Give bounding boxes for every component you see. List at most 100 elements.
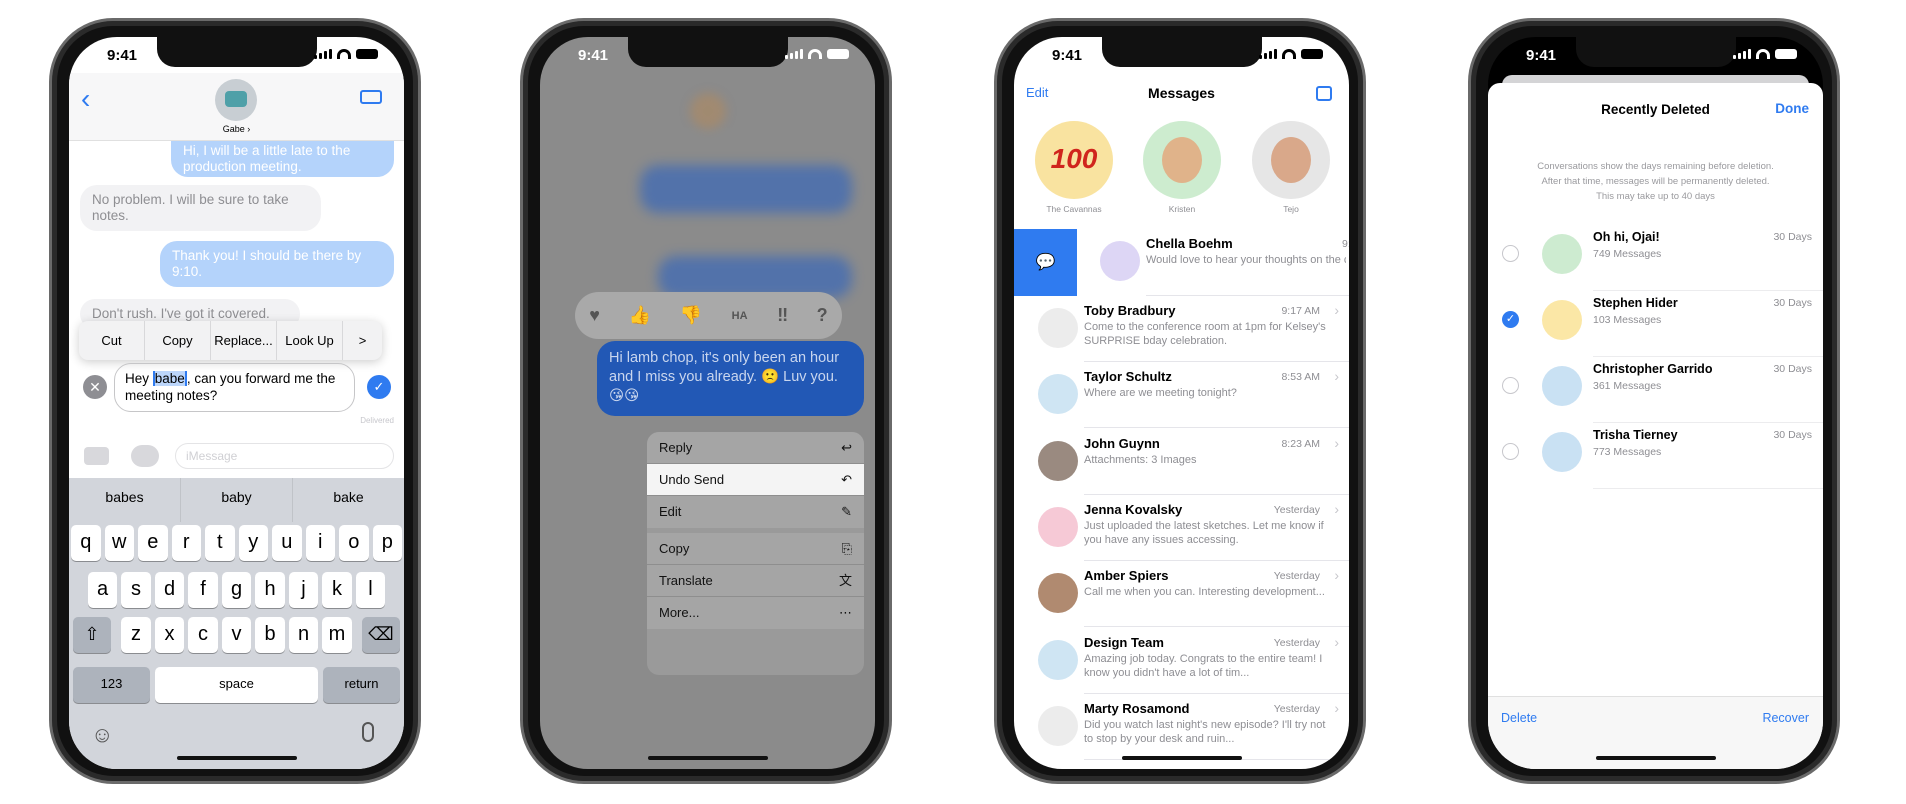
key-u[interactable]: u [272,525,302,561]
key-l[interactable]: l [355,572,386,608]
key-v[interactable]: v [221,617,252,653]
phone-messages-list: 9:41 Edit Messages 100 The Cavannas Kriste… [994,18,1366,784]
menu-item-label: Reply [659,440,693,455]
conversation-row[interactable]: Jenna Kovalsky Yesterday › Just uploaded th… [1014,495,1349,561]
suggestion[interactable]: babes [69,478,181,522]
key-m[interactable]: m [322,617,352,653]
edit-message-field[interactable]: Hey babe, can you forward me the meeting… [114,363,355,412]
pinned-avatar[interactable] [1252,121,1330,199]
menu-item-undo-send[interactable]: Undo Send ↶ [647,464,864,496]
battery-icon [827,49,849,59]
conversation-row[interactable]: Toby Bradbury 9:17 AM › Come to the confere… [1014,296,1349,362]
notch [628,37,788,67]
key-k[interactable]: k [322,572,352,608]
conversation-row[interactable]: John Guynn 8:23 AM › Attachments: 3 Images [1014,429,1349,495]
menu-item-edit[interactable]: Edit ✎ [647,496,864,528]
key-o[interactable]: o [339,525,369,561]
contact-name[interactable]: Gabe › [69,124,404,134]
recover-button[interactable]: Recover [1762,711,1809,725]
pinned-avatar[interactable] [1143,121,1221,199]
pin-action-button[interactable]: 💬 [1014,229,1077,296]
suggestion[interactable]: baby [181,478,293,522]
conversation-row[interactable]: Amber Spiers Yesterday › Call me when you c… [1014,561,1349,628]
key-g[interactable]: g [221,572,252,608]
video-call-icon[interactable] [360,90,382,104]
checked-radio-icon[interactable]: ✓ [1502,311,1519,328]
delete-button[interactable]: Delete [1501,711,1537,725]
radio-icon[interactable] [1502,377,1519,394]
key-f[interactable]: f [188,572,218,608]
wifi-icon [808,49,822,59]
key-b[interactable]: b [255,617,285,653]
menu-item-reply[interactable]: Reply ↩ [647,432,864,464]
camera-icon[interactable] [84,447,109,465]
conversation-row[interactable]: Design Team Yesterday › Amazing job today. … [1014,628,1349,694]
radio-icon[interactable] [1502,245,1519,262]
selected-text[interactable]: babe [152,371,187,386]
key-p[interactable]: p [372,525,402,561]
key-t[interactable]: t [205,525,235,561]
pinned-avatar[interactable]: 100 [1035,121,1113,199]
pinned-label: The Cavannas [1046,204,1102,214]
key-w[interactable]: w [104,525,134,561]
cancel-edit-icon[interactable]: ✕ [83,375,107,399]
received-bubble: No problem. I will be sure to take notes… [80,185,321,231]
space-key[interactable]: space [155,667,318,703]
delete-key[interactable]: ⌫ [362,617,400,653]
key-c[interactable]: c [188,617,218,653]
deleted-conversation-row[interactable]: Oh hi, Ojai! 749 Messages 30 Days [1488,225,1823,291]
back-chevron-icon[interactable]: ‹ [81,83,90,115]
deleted-conversation-row[interactable]: Trisha Tierney 773 Messages 30 Days [1488,423,1823,489]
compose-icon[interactable] [1316,86,1332,101]
edit-menu-item[interactable]: Copy [145,321,211,360]
key-a[interactable]: a [87,572,118,608]
microphone-icon[interactable] [362,722,374,742]
thumbs-up-icon[interactable]: 👍 [629,305,651,326]
confirm-edit-icon[interactable]: ✓ [367,375,391,399]
menu-item-translate[interactable]: Translate 文 [647,565,864,597]
heart-icon[interactable]: ♥ [589,305,600,326]
message-count: 103 Messages [1593,314,1662,326]
done-button[interactable]: Done [1775,101,1809,116]
recently-deleted-sheet: Recently Deleted Done Conversations show… [1488,83,1823,769]
message-input[interactable]: iMessage [175,443,394,469]
home-indicator [648,756,768,760]
contact-avatar[interactable] [215,79,257,121]
key-x[interactable]: x [154,617,185,653]
edit-menu-item[interactable]: > [343,321,382,360]
conversation-row[interactable]: 💬 Chella Boehm 9:3 Would love to hear your … [1014,229,1349,296]
key-d[interactable]: d [154,572,185,608]
edit-menu-item[interactable]: Look Up [277,321,343,360]
key-s[interactable]: s [121,572,151,608]
conversation-row[interactable]: Taylor Schultz 8:53 AM › Where are we meeti… [1014,362,1349,429]
haha-icon[interactable]: HA [731,310,749,321]
thumbs-down-icon[interactable]: 👎 [680,305,702,326]
message-preview: Would love to hear your thoughts on the … [1146,254,1346,266]
exclamation-icon[interactable]: ‼ [777,305,788,326]
key-r[interactable]: r [171,525,201,561]
key-e[interactable]: e [138,525,168,561]
edit-menu-item[interactable]: Cut [79,321,145,360]
shift-key[interactable]: ⇧ [73,617,111,653]
return-key[interactable]: return [323,667,400,703]
key-h[interactable]: h [255,572,285,608]
app-store-icon[interactable] [131,445,159,467]
key-y[interactable]: y [238,525,268,561]
deleted-conversation-row[interactable]: Christopher Garrido 361 Messages 30 Days [1488,357,1823,423]
emoji-icon[interactable]: ☺ [91,722,113,748]
numbers-key[interactable]: 123 [73,667,150,703]
question-icon[interactable]: ? [817,305,828,326]
menu-item-more[interactable]: More... ⋯ [647,597,864,629]
menu-item-copy[interactable]: Copy ⎘ [647,533,864,565]
radio-icon[interactable] [1502,443,1519,460]
conversation-row[interactable]: Marty Rosamond Yesterday › Did you watch la… [1014,694,1349,760]
chevron-right-icon: › [1334,567,1339,584]
key-q[interactable]: q [71,525,101,561]
deleted-conversation-row[interactable]: ✓ Stephen Hider 103 Messages 30 Days [1488,291,1823,357]
key-i[interactable]: i [305,525,335,561]
edit-menu-item[interactable]: Replace... [211,321,277,360]
suggestion[interactable]: bake [293,478,404,522]
key-j[interactable]: j [288,572,319,608]
key-n[interactable]: n [288,617,319,653]
key-z[interactable]: z [121,617,151,653]
